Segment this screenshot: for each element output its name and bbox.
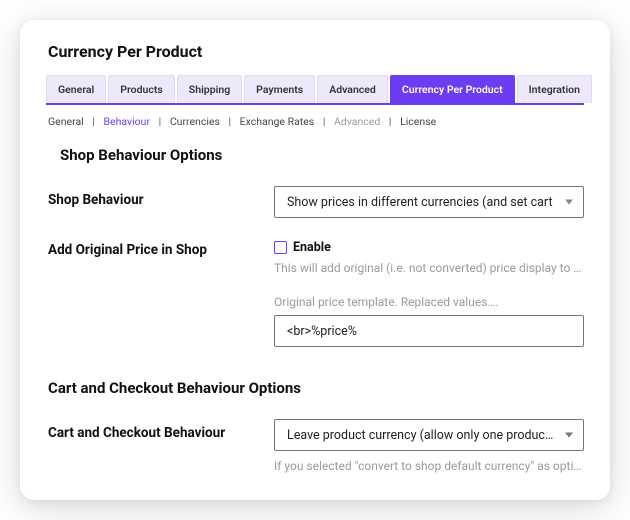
select-shop-behaviour-value: Show prices in different currencies (and… [287, 195, 553, 210]
input-original-price-template-value: <br>%price% [287, 324, 357, 339]
row-cart-behaviour: Cart and Checkout Behaviour Leave produc… [46, 419, 584, 473]
select-cart-behaviour[interactable]: Leave product currency (allow only one p… [274, 419, 584, 451]
cart-behaviour-note: If you selected "convert to shop default… [274, 459, 584, 473]
main-tabs: General Products Shipping Payments Advan… [46, 75, 584, 105]
section-heading-shop: Shop Behaviour Options [60, 146, 584, 164]
subnav-advanced[interactable]: Advanced [334, 115, 380, 128]
tab-advanced[interactable]: Advanced [317, 75, 388, 103]
sub-nav: General | Behaviour | Currencies | Excha… [48, 115, 584, 128]
section-heading-cart: Cart and Checkout Behaviour Options [48, 379, 584, 397]
label-cart-behaviour: Cart and Checkout Behaviour [46, 419, 274, 441]
page-title: Currency Per Product [48, 42, 584, 61]
label-shop-behaviour: Shop Behaviour [46, 186, 274, 208]
subnav-exchange-rates[interactable]: Exchange Rates [240, 115, 315, 128]
tab-integration[interactable]: Integration [517, 75, 592, 103]
subnav-sep: | [159, 115, 162, 128]
select-shop-behaviour[interactable]: Show prices in different currencies (and… [274, 186, 584, 218]
subnav-sep: | [323, 115, 326, 128]
subnav-sep: | [92, 115, 95, 128]
select-cart-behaviour-value: Leave product currency (allow only one p… [287, 428, 555, 443]
label-add-original: Add Original Price in Shop [46, 236, 274, 258]
row-add-original: Add Original Price in Shop Enable This w… [46, 236, 584, 347]
subnav-license[interactable]: License [400, 115, 436, 128]
row-shop-behaviour: Shop Behaviour Show prices in different … [46, 186, 584, 218]
tab-currency-per-product[interactable]: Currency Per Product [390, 75, 515, 103]
enable-description: This will add original (i.e. not convert… [274, 261, 584, 275]
tab-shipping[interactable]: Shipping [177, 75, 242, 103]
checkbox-enable-original-price[interactable] [274, 241, 287, 254]
tab-payments[interactable]: Payments [244, 75, 315, 103]
subnav-general[interactable]: General [48, 115, 84, 128]
input-original-price-template[interactable]: <br>%price% [274, 315, 584, 347]
settings-panel: Currency Per Product General Products Sh… [20, 20, 610, 500]
subnav-currencies[interactable]: Currencies [170, 115, 220, 128]
template-label: Original price template. Replaced values… [274, 295, 584, 309]
subnav-sep: | [228, 115, 231, 128]
subnav-sep: | [389, 115, 392, 128]
tab-products[interactable]: Products [108, 75, 175, 103]
subnav-behaviour[interactable]: Behaviour [104, 115, 151, 128]
checkbox-enable-label: Enable [293, 240, 331, 255]
tab-general[interactable]: General [46, 75, 106, 103]
